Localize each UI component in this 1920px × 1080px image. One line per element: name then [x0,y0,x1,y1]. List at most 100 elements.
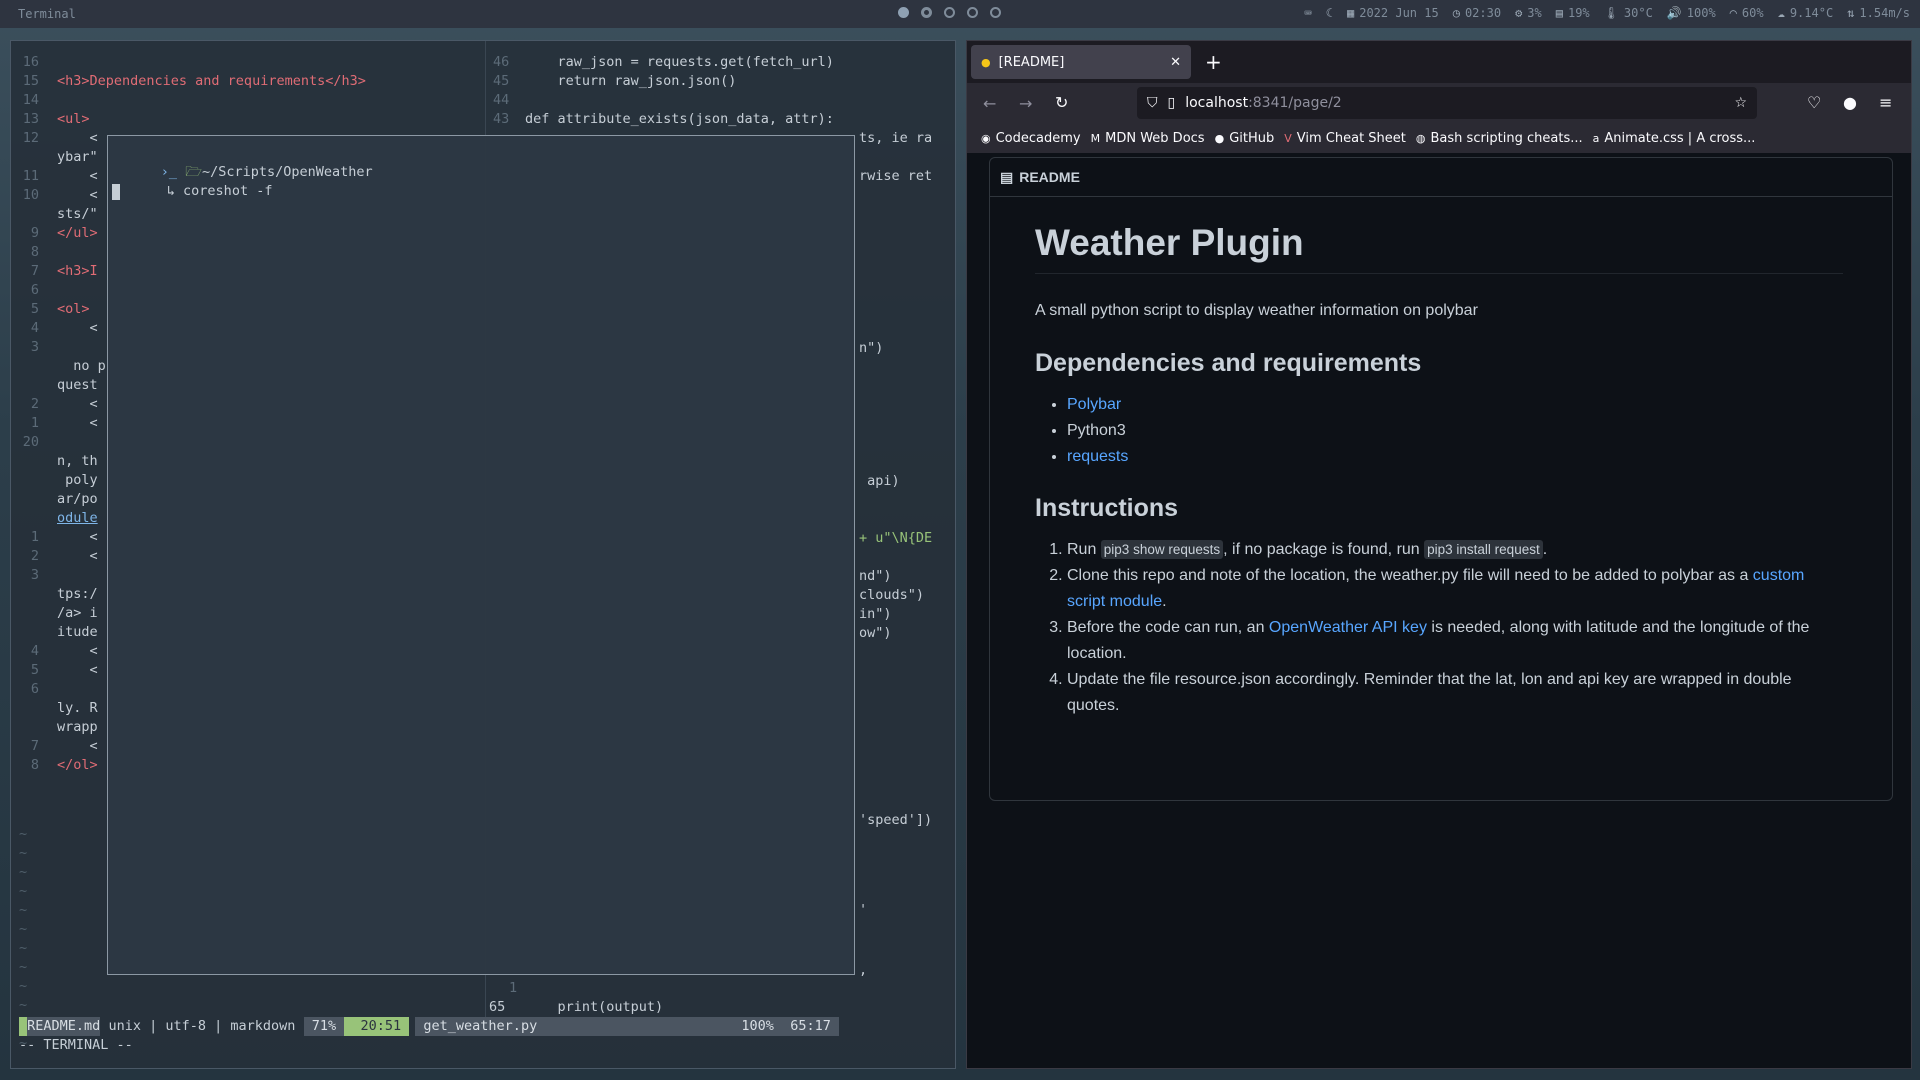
menu-icon[interactable]: ≡ [1879,93,1892,112]
code-text: odule [57,510,98,526]
workspace-3-indicator[interactable] [944,7,955,18]
line-number: 11 [22,168,39,184]
workspace-5-indicator[interactable] [990,7,1001,18]
code-line: 43 def attribute_exists(json_data, attr): [493,110,834,129]
line-number: 4 [30,643,39,659]
requests-link[interactable]: requests [1067,448,1128,465]
step2-text-a: Clone this repo and note of the location… [1067,567,1753,584]
code-line: 2 < [11,547,98,566]
bookmark-item[interactable]: ◉ Codecademy [981,131,1081,146]
url-bar[interactable]: ⛉ ▯ localhost:8341/page/2 ☆ [1137,87,1757,119]
line-number: 2 [30,548,39,564]
keyboard-icon: ⌨ [1304,6,1312,20]
code-text: n, th [57,453,98,469]
close-tab-icon[interactable]: ✕ [1170,55,1181,70]
code-line: ybar" [11,148,98,167]
line-number: 13 [22,111,39,127]
date-text: 2022 Jun 15 [1359,6,1439,20]
code-line: n, th [11,452,98,471]
code-fragment: clouds") [859,587,925,603]
pocket-icon[interactable]: ♡ [1807,93,1821,112]
page-icon[interactable]: ▯ [1168,95,1176,111]
workspace-4-indicator[interactable] [967,7,978,18]
tab-readme[interactable]: ● [README] ✕ [971,45,1191,79]
line-number: 14 [22,92,39,108]
code-text: <ol> [57,301,90,317]
cap-icon: ◉ [981,131,991,145]
line-number: 8 [30,757,39,773]
code-line: poly [11,471,98,490]
floating-terminal-popup[interactable]: ›_ 🗁~/Scripts/OpenWeather ↳ coreshot -f [107,135,855,975]
account-icon[interactable]: ● [1843,93,1857,112]
wifi-module[interactable]: ◠ 60% [1730,6,1764,20]
statusline-right-percent: 100% [733,1017,783,1036]
terminal-window[interactable]: 16 15 <h3>Dependencies and requirements</h… [10,40,956,1069]
volume-module[interactable]: 🔊 100% [1667,6,1716,20]
code-text: def attribute_exists(json_data, attr): [525,111,834,127]
weather-text: 9.14°C [1789,6,1834,20]
instructions-heading: Instructions [1035,494,1179,522]
bookmark-item[interactable]: M MDN Web Docs [1091,131,1205,146]
line-number: 5 [30,301,39,317]
bookmark-item[interactable]: V Vim Cheat Sheet [1284,131,1406,146]
code-line: 14 [11,91,57,110]
moon-icon: ☾ [1325,6,1333,20]
code-line: 7 <h3>I [11,262,98,281]
empty-line-marker: ~ [19,940,28,956]
code-text: < [57,662,98,678]
code-text: <h3>I [57,263,98,279]
code-text: < [57,529,98,545]
code-snippet: pip3 show requests [1100,540,1224,559]
thermometer-icon: 🌡 [1603,6,1619,20]
statusline-right-position: 65:17 [782,1017,839,1036]
bookmark-star-icon[interactable]: ☆ [1734,95,1747,111]
line-number: 1 [509,980,518,996]
shield-icon[interactable]: ⛉ [1147,95,1158,111]
line-number: 12 [22,130,39,146]
list-item: Update the file resource.json accordingl… [1067,667,1843,719]
statusline-fileformat: unix [108,1018,141,1034]
line-number: 6 [30,282,39,298]
bookmark-item[interactable]: a Animate.css | A cross... [1593,131,1756,146]
window-title: Terminal [18,7,76,21]
openweather-api-key-link[interactable]: OpenWeather API key [1269,619,1427,636]
bookmark-item[interactable]: ● GitHub [1215,131,1275,146]
code-line: itude [11,623,98,642]
code-text: < [57,320,98,336]
return-arrow-icon: ↳ [166,183,184,199]
new-tab-icon[interactable]: + [1205,50,1222,74]
system-top-bar: Terminal ⌨ ☾ ▦ 2022 Jun 15 ◷ 02:30 ⚙ 3% ▤ 19… [0,0,1920,28]
code-text: ybar" [57,149,98,165]
network-speed-module: ⇅ 1.54m/s [1847,6,1910,20]
globe-icon: ◍ [1415,131,1426,145]
code-line: 6 [11,281,57,300]
step1-text-b: , if no package is found, run [1223,541,1425,558]
statusline-encoding: utf-8 [165,1018,206,1034]
back-icon[interactable]: ← [983,94,996,113]
browser-window[interactable]: ● [README] ✕ + ← → ↻ ⛉ ▯ localhost:8341/… [966,40,1912,1069]
polybar-link[interactable]: Polybar [1067,396,1121,413]
temperature-module: 🌡 30°C [1604,6,1653,20]
command-text: coreshot -f [183,183,273,199]
forward-icon[interactable]: → [1019,94,1032,113]
code-text: < [57,396,98,412]
statusline-filename: README.md [27,1017,101,1036]
code-text: poly [57,472,98,488]
step1-text-a: Run [1067,541,1101,558]
code-line: 10 < [11,186,98,205]
bookmark-item[interactable]: ◍ Bash scripting cheats... [1416,131,1583,146]
readme-container: ▤ README Weather Plugin A small python s… [989,157,1893,801]
page-content[interactable]: ▤ README Weather Plugin A small python s… [967,153,1911,1068]
workspace-1-indicator[interactable] [898,7,909,18]
code-text: print(output) [525,999,664,1015]
readme-header: ▤ README [990,158,1892,197]
code-text: < [57,415,98,431]
line-number: 1 [30,529,39,545]
speaker-icon: 🔊 [1666,6,1682,20]
workspace-2-indicator[interactable] [921,7,932,18]
memory-icon: ▤ [1555,6,1563,20]
code-text: ly. R [57,700,98,716]
step1-text-c: . [1542,541,1548,558]
reload-icon[interactable]: ↻ [1055,93,1068,112]
empty-line-marker: ~ [19,959,28,975]
